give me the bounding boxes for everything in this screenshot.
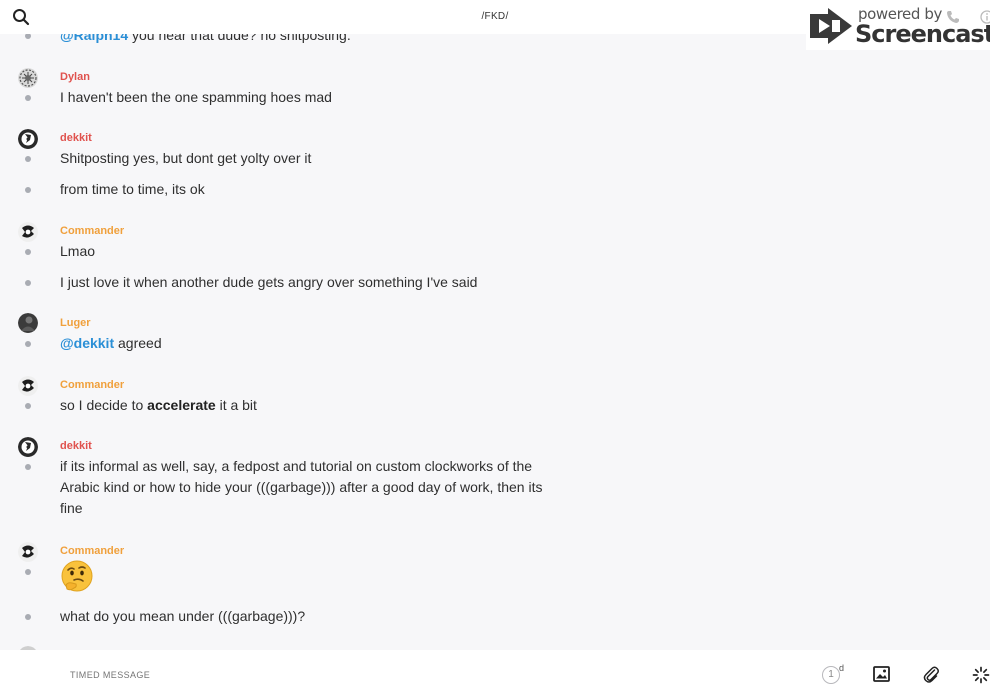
watermark-brand: Screencastify [855, 20, 990, 48]
timer-value: 1 [822, 666, 840, 684]
image-button[interactable] [873, 666, 891, 684]
message-dot [25, 464, 31, 470]
avatar-icon [18, 542, 38, 562]
message-text: from time to time, its ok [60, 181, 205, 197]
loading-button[interactable] [972, 666, 990, 684]
thinking-face-icon [61, 560, 93, 592]
message-text: @dekkit agreed [60, 333, 162, 354]
message-text: I haven't been the one spamming hoes mad [60, 89, 332, 105]
screencastify-logo-icon [810, 8, 852, 44]
attach-button[interactable] [923, 666, 941, 684]
message-body: it a bit [215, 397, 257, 413]
avatar-icon [18, 222, 38, 242]
avatar-commander[interactable] [18, 376, 38, 396]
avatar-icon [18, 437, 38, 457]
avatar-dylan[interactable] [18, 68, 38, 88]
avatar-icon [18, 68, 38, 88]
message-text: Shitposting yes, but dont get yolty over… [60, 150, 312, 166]
message-dot [25, 156, 31, 162]
message-body: so I decide to [60, 397, 148, 413]
message-body: agreed [114, 335, 162, 351]
message-text: if its informal as well, say, a fedpost … [60, 458, 543, 516]
message-author[interactable]: Luger [60, 317, 91, 329]
message-dot [25, 249, 31, 255]
message-list: @Ralph14 you hear that dude? no shitpost… [0, 0, 990, 650]
message-dot [25, 614, 31, 620]
paperclip-icon [923, 666, 939, 683]
image-icon [873, 666, 890, 682]
avatar-icon [18, 376, 38, 396]
message-author[interactable]: Commander [60, 545, 124, 557]
message-text: I just love it when another dude gets an… [60, 274, 478, 290]
message-author[interactable]: dekkit [60, 132, 92, 144]
avatar-commander[interactable] [18, 222, 38, 242]
message-author[interactable]: Dylan [60, 71, 90, 83]
avatar-luger[interactable] [18, 313, 38, 333]
info-icon [980, 10, 990, 24]
phone-icon [947, 11, 959, 23]
loading-icon [972, 666, 990, 684]
avatar-dekkit[interactable] [18, 129, 38, 149]
message-dot [25, 341, 31, 347]
timer-button[interactable]: 1 d [822, 663, 850, 687]
message-dot [25, 95, 31, 101]
screencastify-watermark: powered by Screencastify [806, 0, 990, 50]
message-text: Lmao [60, 243, 96, 259]
message-author[interactable]: Commander [60, 379, 124, 391]
composer-bar: 1 d [0, 650, 990, 700]
message-dot [25, 569, 31, 575]
mention-link[interactable]: @dekkit [60, 335, 114, 351]
message-dot [25, 280, 31, 286]
avatar-icon [18, 129, 38, 149]
message-dot [25, 187, 31, 193]
message-author[interactable]: Commander [60, 225, 124, 237]
message-text: so I decide to accelerate it a bit [60, 395, 257, 416]
message-bold: accelerate [147, 397, 216, 413]
avatar-icon [18, 313, 38, 333]
timer-unit: d [839, 663, 845, 673]
timed-message-input[interactable] [68, 669, 772, 681]
avatar-commander[interactable] [18, 542, 38, 562]
avatar-dekkit[interactable] [18, 437, 38, 457]
message-text: what do you mean under (((garbage)))? [60, 608, 306, 624]
message-dot [25, 403, 31, 409]
message-author[interactable]: dekkit [60, 440, 92, 452]
